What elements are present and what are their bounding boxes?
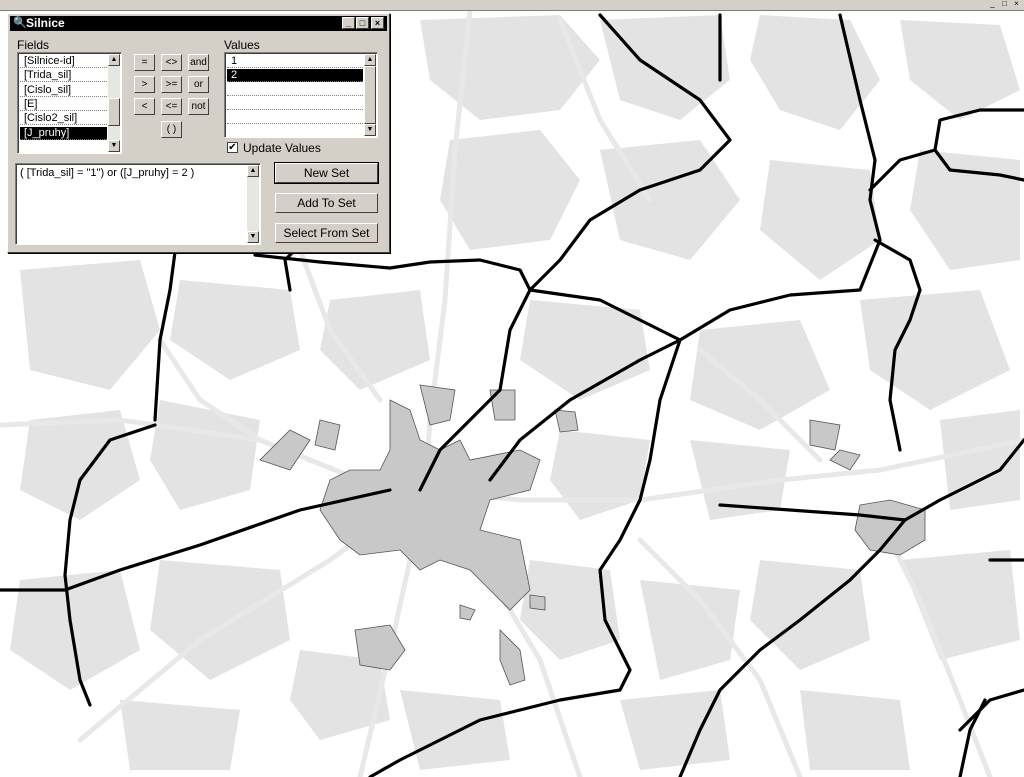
app-window-controls: _ □ ×	[987, 0, 1022, 8]
operator-button[interactable]: <	[134, 98, 155, 115]
app-restore-icon[interactable]: □	[999, 0, 1010, 8]
field-item[interactable]: [Cislo2_sil]	[20, 112, 107, 126]
new-set-button[interactable]: New Set	[274, 162, 379, 184]
field-item[interactable]: [Trida_sil]	[20, 69, 107, 83]
field-item[interactable]: [J_pruhy]	[20, 126, 107, 140]
operator-button[interactable]: not	[188, 98, 209, 115]
app-top-bar: _ □ ×	[0, 0, 1024, 11]
field-item[interactable]: [Cislo_sil]	[20, 84, 107, 97]
close-icon[interactable]: ×	[371, 17, 384, 29]
dialog-title: Silnice	[26, 16, 65, 30]
expression-text: ( [Trida_sil] = "1") or ([J_pruhy] = 2 )	[20, 167, 195, 179]
fields-scrollbar[interactable]: ▲ ▼	[108, 54, 120, 152]
operator-button[interactable]: or	[188, 76, 209, 93]
operator-button[interactable]: <>	[161, 54, 182, 71]
values-label: Values	[224, 38, 260, 52]
query-icon: 🔍	[13, 17, 27, 29]
update-values-checkbox[interactable]: ✔	[227, 142, 238, 153]
expression-scrollbar[interactable]: ▲ ▼	[247, 165, 259, 243]
scroll-thumb[interactable]	[364, 66, 376, 124]
app-minimize-icon[interactable]: _	[987, 0, 998, 8]
scroll-thumb[interactable]	[108, 98, 120, 126]
values-list[interactable]: ▲ ▼ 12	[224, 52, 378, 138]
value-item[interactable]	[227, 83, 363, 96]
dialog-titlebar[interactable]: 🔍 Silnice _ □ ×	[10, 16, 387, 31]
expression-box[interactable]: ( [Trida_sil] = "1") or ([J_pruhy] = 2 )…	[15, 163, 261, 245]
operator-button[interactable]: ( )	[161, 121, 182, 138]
operator-button[interactable]: and	[188, 54, 209, 71]
update-values-label: Update Values	[243, 141, 321, 155]
operator-button[interactable]: <=	[161, 98, 182, 115]
operator-button[interactable]: >=	[161, 76, 182, 93]
value-item[interactable]	[227, 111, 363, 124]
scroll-up-icon[interactable]: ▲	[108, 54, 120, 66]
field-item[interactable]: [Silnice-id]	[20, 55, 107, 68]
values-scrollbar[interactable]: ▲ ▼	[364, 54, 376, 136]
app-close-icon[interactable]: ×	[1011, 0, 1022, 8]
value-item[interactable]: 2	[227, 69, 363, 82]
field-item[interactable]: [E]	[20, 98, 107, 111]
minimize-icon[interactable]: _	[342, 17, 355, 29]
value-item[interactable]	[227, 97, 363, 110]
value-item[interactable]	[227, 125, 363, 137]
operator-button[interactable]: >	[134, 76, 155, 93]
scroll-up-icon[interactable]: ▲	[247, 165, 259, 177]
fields-label: Fields	[17, 38, 50, 52]
maximize-icon[interactable]: □	[356, 17, 369, 29]
scroll-down-icon[interactable]: ▼	[364, 124, 376, 136]
scroll-up-icon[interactable]: ▲	[364, 54, 376, 66]
scroll-down-icon[interactable]: ▼	[108, 140, 120, 152]
scroll-down-icon[interactable]: ▼	[247, 231, 259, 243]
fields-list[interactable]: ▲ ▼ [Silnice-id] [Trida_sil] [Cislo_sil] [E…	[17, 52, 122, 154]
value-item[interactable]: 1	[227, 55, 363, 68]
query-builder-dialog: 🔍 Silnice _ □ × Fields ▲ ▼ [Silnice-id][…	[7, 13, 390, 253]
select-from-set-button[interactable]: Select From Set	[275, 223, 378, 243]
operator-button[interactable]: =	[134, 54, 155, 71]
add-to-set-button[interactable]: Add To Set	[275, 193, 378, 213]
